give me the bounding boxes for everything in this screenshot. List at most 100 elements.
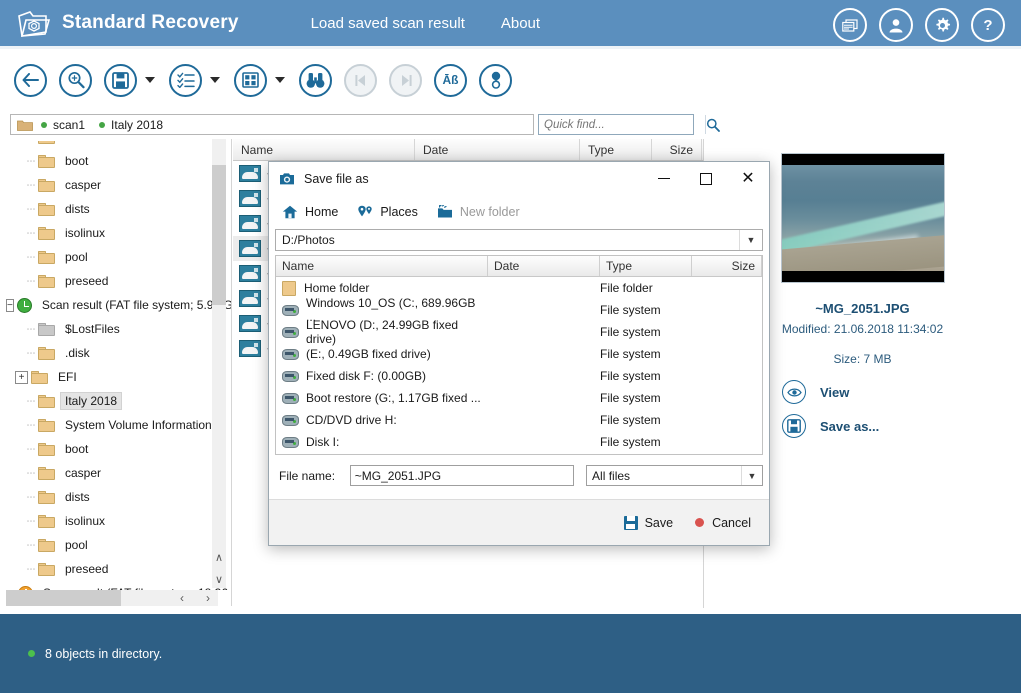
tree-scroll-left-button[interactable]: ‹: [172, 590, 192, 606]
tree-branch-line: ⋯: [26, 275, 36, 286]
column-header[interactable]: Date: [488, 256, 600, 276]
tree-item[interactable]: ⋯ boot: [6, 437, 232, 461]
tree-item[interactable]: ⋯Scan result (FAT file system; 18.36: [6, 581, 232, 590]
nav-load-saved-scan-result[interactable]: Load saved scan result: [311, 15, 465, 32]
column-header[interactable]: Type: [600, 256, 692, 276]
list-view-dropdown-caret[interactable]: [210, 77, 220, 83]
tree-hscroll-thumb[interactable]: [6, 590, 121, 606]
path-bar[interactable]: D:/Photos ▼: [275, 229, 763, 251]
tree-branch-line: ⋯: [26, 515, 36, 526]
column-header[interactable]: Date: [415, 139, 580, 160]
gear-icon[interactable]: [925, 8, 959, 42]
tree-item[interactable]: ⋯ isolinux: [6, 509, 232, 533]
drive-icon: [282, 370, 299, 382]
tree-item[interactable]: ⋯ boot: [6, 149, 232, 173]
maximize-button[interactable]: [685, 162, 727, 195]
user-icon[interactable]: [879, 8, 913, 42]
help-icon[interactable]: ?: [971, 8, 1005, 42]
table-row[interactable]: CD/DVD drive H: File system: [276, 409, 762, 431]
preview-save-as-action[interactable]: Save as...: [782, 414, 1021, 438]
next-button: [389, 63, 422, 97]
preview-view-action[interactable]: View: [782, 380, 1021, 404]
minimize-button[interactable]: [643, 162, 685, 195]
column-header[interactable]: Name: [276, 256, 488, 276]
close-button[interactable]: ✕: [727, 162, 769, 195]
tree-item[interactable]: ⋯ pool: [6, 245, 232, 269]
tree-item[interactable]: ⋯ preseed: [6, 557, 232, 581]
tree-item[interactable]: ⋯ casper: [6, 461, 232, 485]
tree-item[interactable]: ⋯ $LostFiles: [6, 317, 232, 341]
breadcrumb[interactable]: scan1 Italy 2018: [10, 114, 534, 135]
save-file-dialog[interactable]: Save file as ✕ Home Places New folder D:…: [268, 161, 770, 546]
chevron-down-icon[interactable]: ▼: [741, 466, 762, 485]
tree-item[interactable]: ⋯ preseed: [6, 269, 232, 293]
tree-item[interactable]: ⋯ System Volume Information: [6, 413, 232, 437]
dialog-file-browser[interactable]: Name Date Type Size Home folder File folder W…: [275, 255, 763, 455]
app-title: Standard Recovery: [62, 12, 239, 33]
tree-item[interactable]: − Scan result (FAT file system; 5.98 G: [6, 293, 232, 317]
encoding-button[interactable]: Āß: [434, 63, 467, 97]
tree-item[interactable]: ⋯ dists: [6, 485, 232, 509]
tree-scroll-thumb[interactable]: [212, 165, 226, 305]
tree-item[interactable]: + EFI: [6, 365, 232, 389]
folder-icon: [282, 280, 296, 296]
search-icon[interactable]: [705, 115, 720, 134]
tree-item[interactable]: ⋯ dists: [6, 197, 232, 221]
preview-thumbnail[interactable]: [780, 153, 945, 283]
windows-icon[interactable]: [833, 8, 867, 42]
dialog-titlebar[interactable]: Save file as ✕: [269, 162, 769, 195]
folder-tree[interactable]: ⋯ boot ⋯ boot ⋯ casper ⋯ dists ⋯ isolinux ⋯ pool ⋯ pr…: [6, 141, 232, 590]
tree-item[interactable]: ⋯ pool: [6, 533, 232, 557]
tree-scroll-up-button[interactable]: ∧: [212, 548, 226, 566]
home-button[interactable]: Home: [281, 204, 338, 219]
breadcrumb-item-italy-2018[interactable]: Italy 2018: [99, 118, 163, 132]
tile-view-dropdown-caret[interactable]: [275, 77, 285, 83]
table-row[interactable]: LENOVO (D:, 24.99GB fixed drive) File sys…: [276, 318, 762, 346]
tree-scroll-right-button[interactable]: ›: [198, 590, 218, 606]
save-button[interactable]: Save: [623, 515, 673, 530]
file-name-input[interactable]: [349, 465, 575, 486]
column-header[interactable]: Size: [692, 256, 762, 276]
preview-view-label: View: [820, 384, 850, 400]
places-button[interactable]: Places: [356, 204, 418, 219]
list-view-button[interactable]: [169, 63, 202, 97]
save-button[interactable]: [104, 63, 137, 97]
dialog-list-body[interactable]: Home folder File folder Windows 10_OS (C:,…: [276, 277, 762, 453]
tree-item-label: boot: [65, 442, 89, 456]
tile-view-button[interactable]: [234, 63, 267, 97]
column-header[interactable]: Type: [580, 139, 652, 160]
tree-item[interactable]: ⋯ casper: [6, 173, 232, 197]
table-row[interactable]: Fixed disk F: (0.00GB) File system: [276, 365, 762, 387]
image-file-icon: [239, 215, 261, 232]
nav-about[interactable]: About: [501, 15, 540, 32]
tree-expand-icon[interactable]: +: [15, 370, 28, 384]
tree-item[interactable]: ⋯ isolinux: [6, 221, 232, 245]
tree-item-label: Italy 2018: [59, 392, 123, 410]
cancel-button[interactable]: Cancel: [695, 516, 751, 530]
table-row[interactable]: Disk I: File system: [276, 431, 762, 453]
table-row[interactable]: Boot restore (G:, 1.17GB fixed ... File s…: [276, 387, 762, 409]
camera-icon: [279, 171, 295, 186]
quick-find[interactable]: [538, 114, 720, 135]
scan-button[interactable]: [59, 63, 92, 97]
tree-scroll-down-button[interactable]: ∨: [212, 570, 226, 588]
marker-button[interactable]: [479, 63, 512, 97]
tree-item[interactable]: ⋯ .disk: [6, 341, 232, 365]
column-header[interactable]: Name: [233, 139, 415, 160]
drive-icon: [282, 326, 299, 338]
path-dropdown-icon[interactable]: ▼: [739, 230, 762, 250]
tree-item-label: casper: [65, 466, 102, 480]
tree-item[interactable]: ⋯ boot: [6, 141, 232, 149]
back-button[interactable]: [14, 63, 47, 97]
tree-item[interactable]: ⋯ Italy 2018: [6, 389, 232, 413]
find-button[interactable]: [299, 63, 332, 97]
folder-icon: [38, 466, 55, 480]
table-row[interactable]: (E:, 0.49GB fixed drive) File system: [276, 343, 762, 365]
save-dropdown-caret[interactable]: [145, 77, 155, 83]
search-input[interactable]: [539, 115, 705, 134]
column-header[interactable]: Size: [652, 139, 702, 160]
breadcrumb-item-scan1[interactable]: scan1: [41, 118, 85, 132]
tree-collapse-icon[interactable]: −: [6, 298, 14, 312]
file-type-filter[interactable]: All files ▼: [586, 465, 763, 486]
path-value[interactable]: D:/Photos: [276, 233, 739, 247]
